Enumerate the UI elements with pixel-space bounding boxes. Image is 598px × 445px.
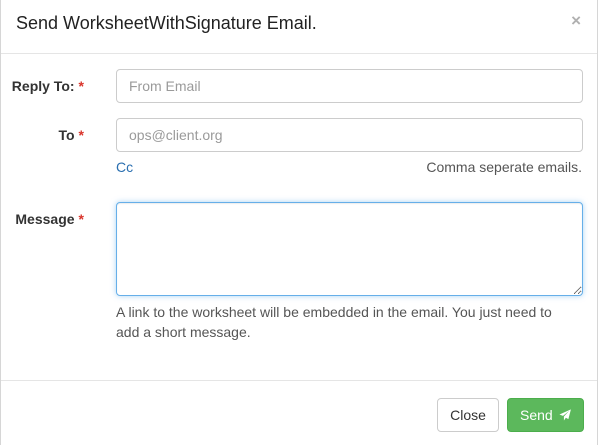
close-button[interactable]: Close (437, 398, 499, 432)
message-textarea[interactable] (116, 202, 583, 296)
paper-plane-icon (559, 409, 571, 421)
to-label-text: To (58, 127, 75, 143)
modal-body: Reply To:* To* Cc Comma seperate emails.… (1, 54, 597, 380)
required-marker: * (78, 78, 84, 94)
reply-to-input[interactable] (116, 69, 583, 103)
message-label-text: Message (15, 211, 75, 227)
close-icon[interactable]: × (571, 12, 581, 29)
message-label: Message * (15, 211, 84, 227)
required-marker: * (78, 127, 84, 143)
send-button-label: Send (520, 407, 553, 423)
send-email-modal: Send WorksheetWithSignature Email. × Rep… (0, 0, 598, 445)
reply-to-label-text: Reply To: (11, 78, 75, 94)
required-marker: * (78, 211, 84, 227)
to-help-text: Comma seperate emails. (426, 159, 582, 175)
to-input[interactable] (116, 118, 583, 152)
cc-link[interactable]: Cc (116, 159, 133, 175)
message-help-text: A link to the worksheet will be embedded… (116, 304, 552, 340)
modal-header: Send WorksheetWithSignature Email. × (1, 0, 597, 54)
reply-to-label: Reply To: * (12, 78, 84, 94)
modal-footer: Close Send (1, 380, 597, 445)
modal-title: Send WorksheetWithSignature Email. (16, 13, 317, 33)
to-label: To * (58, 127, 84, 143)
send-button[interactable]: Send (507, 398, 584, 432)
